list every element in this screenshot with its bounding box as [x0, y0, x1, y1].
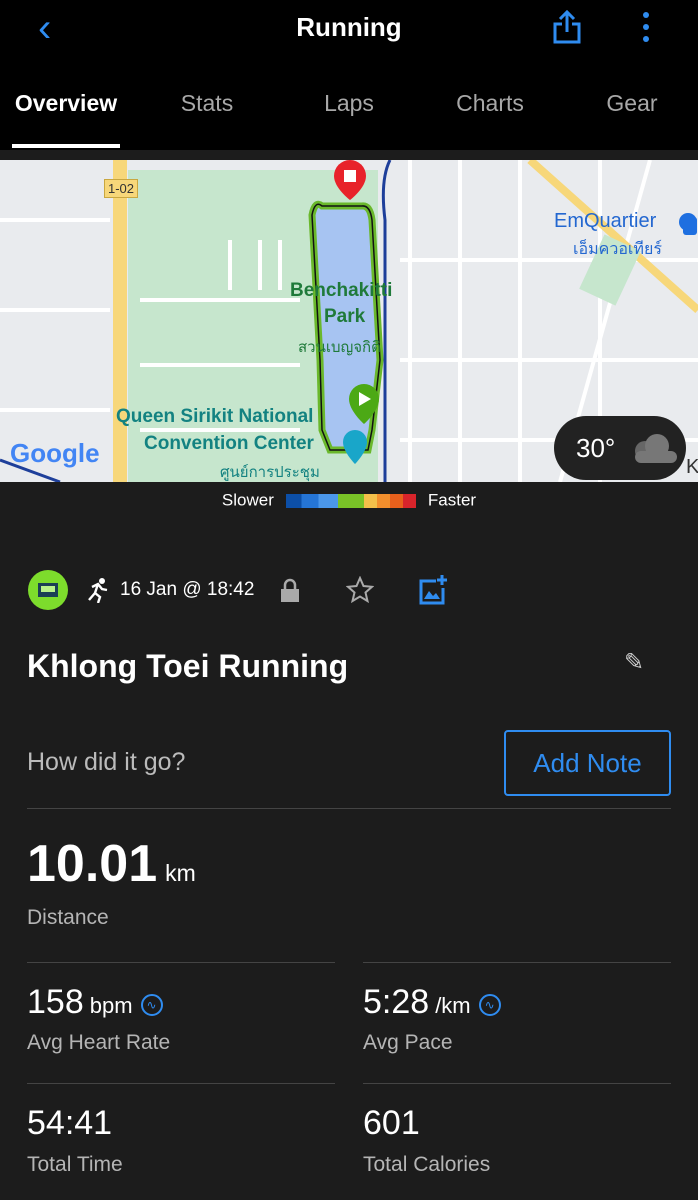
add-photo-icon[interactable]: [418, 575, 448, 605]
pace-legend: Slower Faster: [0, 490, 698, 511]
mall-label-thai: เอ็มควอเทียร์: [573, 241, 662, 258]
heart-rate-label: Avg Heart Rate: [27, 1031, 171, 1054]
tab-laps[interactable]: Laps: [279, 90, 419, 117]
tab-stats[interactable]: Stats: [137, 90, 277, 117]
tab-charts[interactable]: Charts: [420, 90, 560, 117]
center-label: Queen Sirikit National: [116, 406, 314, 427]
heart-rate-number: 158: [27, 983, 84, 1021]
center-label-2: Convention Center: [144, 433, 314, 454]
running-icon: [88, 578, 108, 603]
add-note-button[interactable]: Add Note: [504, 730, 671, 796]
heart-rate-unit: bpm: [89, 993, 133, 1018]
lock-icon[interactable]: [280, 577, 300, 603]
road-label: 1-02: [104, 179, 139, 198]
center-label-thai: ศูนย์การประชุม: [220, 464, 320, 481]
pencil-icon: ✎: [624, 649, 645, 676]
badge-icon: [28, 570, 68, 610]
distance-unit: km: [165, 860, 196, 886]
more-button[interactable]: [640, 10, 652, 49]
park-label-2: Park: [324, 306, 366, 327]
pace-value: 5:28/km ∿: [363, 983, 501, 1022]
divider: [363, 962, 671, 963]
divider: [27, 1083, 335, 1084]
tab-overview[interactable]: Overview: [0, 90, 136, 117]
pace-unit: /km: [435, 993, 471, 1018]
pace-number: 5:28: [363, 983, 430, 1021]
route-map[interactable]: 1-02 Benchakitti Park สวนเบญจกิติ Queen …: [0, 160, 698, 482]
divider: [363, 1083, 671, 1084]
calories-label: Total Calories: [363, 1153, 491, 1176]
more-vertical-icon: [643, 12, 649, 42]
park-label-thai: สวนเบญจกิติ: [298, 339, 381, 356]
activity-date: 16 Jan @ 18:42: [120, 579, 255, 600]
heart-rate-value: 158 bpm ∿: [27, 983, 163, 1022]
edit-name-button[interactable]: ✎: [624, 648, 644, 677]
calories-value: 601: [363, 1104, 420, 1142]
park-label: Benchakitti: [290, 280, 393, 301]
star-icon[interactable]: [346, 576, 375, 604]
pace-color-bar: [285, 493, 416, 508]
total-time-value: 54:41: [27, 1104, 113, 1142]
activity-meta: 16 Jan @ 18:42: [28, 570, 448, 610]
total-time-label: Total Time: [27, 1153, 123, 1176]
heart-rate-chart-icon[interactable]: ∿: [140, 994, 163, 1016]
temperature: 30°: [576, 432, 616, 463]
note-prompt: How did it go?: [27, 748, 186, 776]
pace-chart-icon[interactable]: ∿: [478, 994, 501, 1016]
distance-value: 10.01 km: [27, 834, 196, 894]
legend-slower: Slower: [221, 490, 274, 510]
activity-name: Khlong Toei Running: [27, 648, 349, 684]
active-tab-indicator: [12, 144, 120, 148]
weather-badge[interactable]: 30°: [554, 416, 686, 480]
distance-label: Distance: [27, 906, 109, 929]
cloud-icon: [635, 434, 678, 463]
google-logo: Google: [10, 438, 100, 468]
page-title: Running: [296, 12, 402, 42]
distance-number: 10.01: [27, 835, 158, 893]
tab-gear[interactable]: Gear: [562, 90, 698, 117]
legend-faster: Faster: [427, 490, 477, 510]
share-icon: [553, 9, 581, 44]
mall-label: EmQuartier: [554, 210, 657, 232]
divider: [27, 962, 335, 963]
top-bar: ‹ Running Overview Stats Laps Charts Gea…: [0, 0, 698, 150]
share-button[interactable]: [552, 9, 582, 49]
pace-label: Avg Pace: [363, 1031, 453, 1054]
map-edge-label: K: [686, 456, 698, 478]
divider: [27, 808, 671, 809]
tab-bar: Overview Stats Laps Charts Gear: [0, 90, 698, 130]
